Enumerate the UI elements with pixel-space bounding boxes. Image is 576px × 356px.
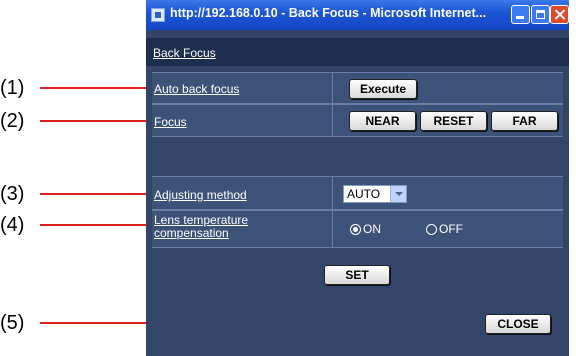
auto-back-focus-label[interactable]: Auto back focus: [154, 82, 239, 96]
panel-heading: Back Focus: [146, 38, 569, 66]
row-adjusting-method: Adjusting method AUTO: [152, 176, 563, 210]
row-value-cell: Execute: [332, 73, 564, 103]
reset-button[interactable]: RESET: [420, 111, 487, 131]
focus-label[interactable]: Focus: [154, 115, 187, 129]
far-button[interactable]: FAR: [491, 111, 558, 131]
chevron-down-icon[interactable]: [390, 186, 406, 202]
set-button[interactable]: SET: [324, 265, 390, 285]
callout-2: (2): [0, 110, 25, 132]
lens-temp-on-label[interactable]: ON: [363, 222, 381, 236]
lens-temp-off-label[interactable]: OFF: [439, 222, 463, 236]
callout-1: (1): [0, 77, 25, 99]
row-label-cell: Adjusting method: [153, 177, 331, 209]
callout-4-line: [40, 224, 155, 226]
ie-page-icon: [151, 8, 165, 22]
row-value-cell: NEAR RESET FAR: [332, 105, 564, 136]
lens-temp-label-line2: compensation: [154, 226, 229, 240]
lens-temp-off-radio[interactable]: [426, 224, 437, 235]
back-focus-heading-link[interactable]: Back Focus: [153, 46, 216, 60]
maximize-icon[interactable]: [531, 5, 550, 24]
adjusting-method-select[interactable]: AUTO: [343, 185, 407, 203]
row-value-cell: AUTO: [332, 177, 564, 209]
browser-window: http://192.168.0.10 - Back Focus - Micro…: [146, 0, 569, 356]
row-auto-back-focus: Auto back focus Execute: [152, 72, 563, 104]
adjusting-method-label[interactable]: Adjusting method: [154, 188, 247, 202]
execute-button[interactable]: Execute: [349, 79, 417, 99]
callout-4: (4): [0, 214, 25, 236]
row-label-cell: Lens temperature compensation: [153, 211, 331, 247]
window-title: http://192.168.0.10 - Back Focus - Micro…: [170, 6, 487, 20]
row-focus: Focus NEAR RESET FAR: [152, 104, 563, 137]
lens-temp-on-radio[interactable]: [350, 224, 361, 235]
row-label-cell: Auto back focus: [153, 73, 331, 103]
close-button[interactable]: CLOSE: [485, 314, 551, 334]
close-icon[interactable]: [550, 5, 569, 24]
minimize-icon[interactable]: [511, 5, 530, 24]
near-button[interactable]: NEAR: [349, 111, 416, 131]
row-value-cell: ON OFF: [332, 211, 564, 247]
callout-5: (5): [0, 312, 25, 334]
callout-3: (3): [0, 183, 25, 205]
row-label-cell: Focus: [153, 105, 331, 136]
row-lens-temperature: Lens temperature compensation ON OFF: [152, 210, 563, 248]
adjusting-method-value: AUTO: [347, 187, 381, 201]
title-bar[interactable]: http://192.168.0.10 - Back Focus - Micro…: [146, 0, 569, 30]
lens-temp-label[interactable]: Lens temperature compensation: [154, 214, 248, 240]
callout-3-line: [40, 193, 160, 195]
